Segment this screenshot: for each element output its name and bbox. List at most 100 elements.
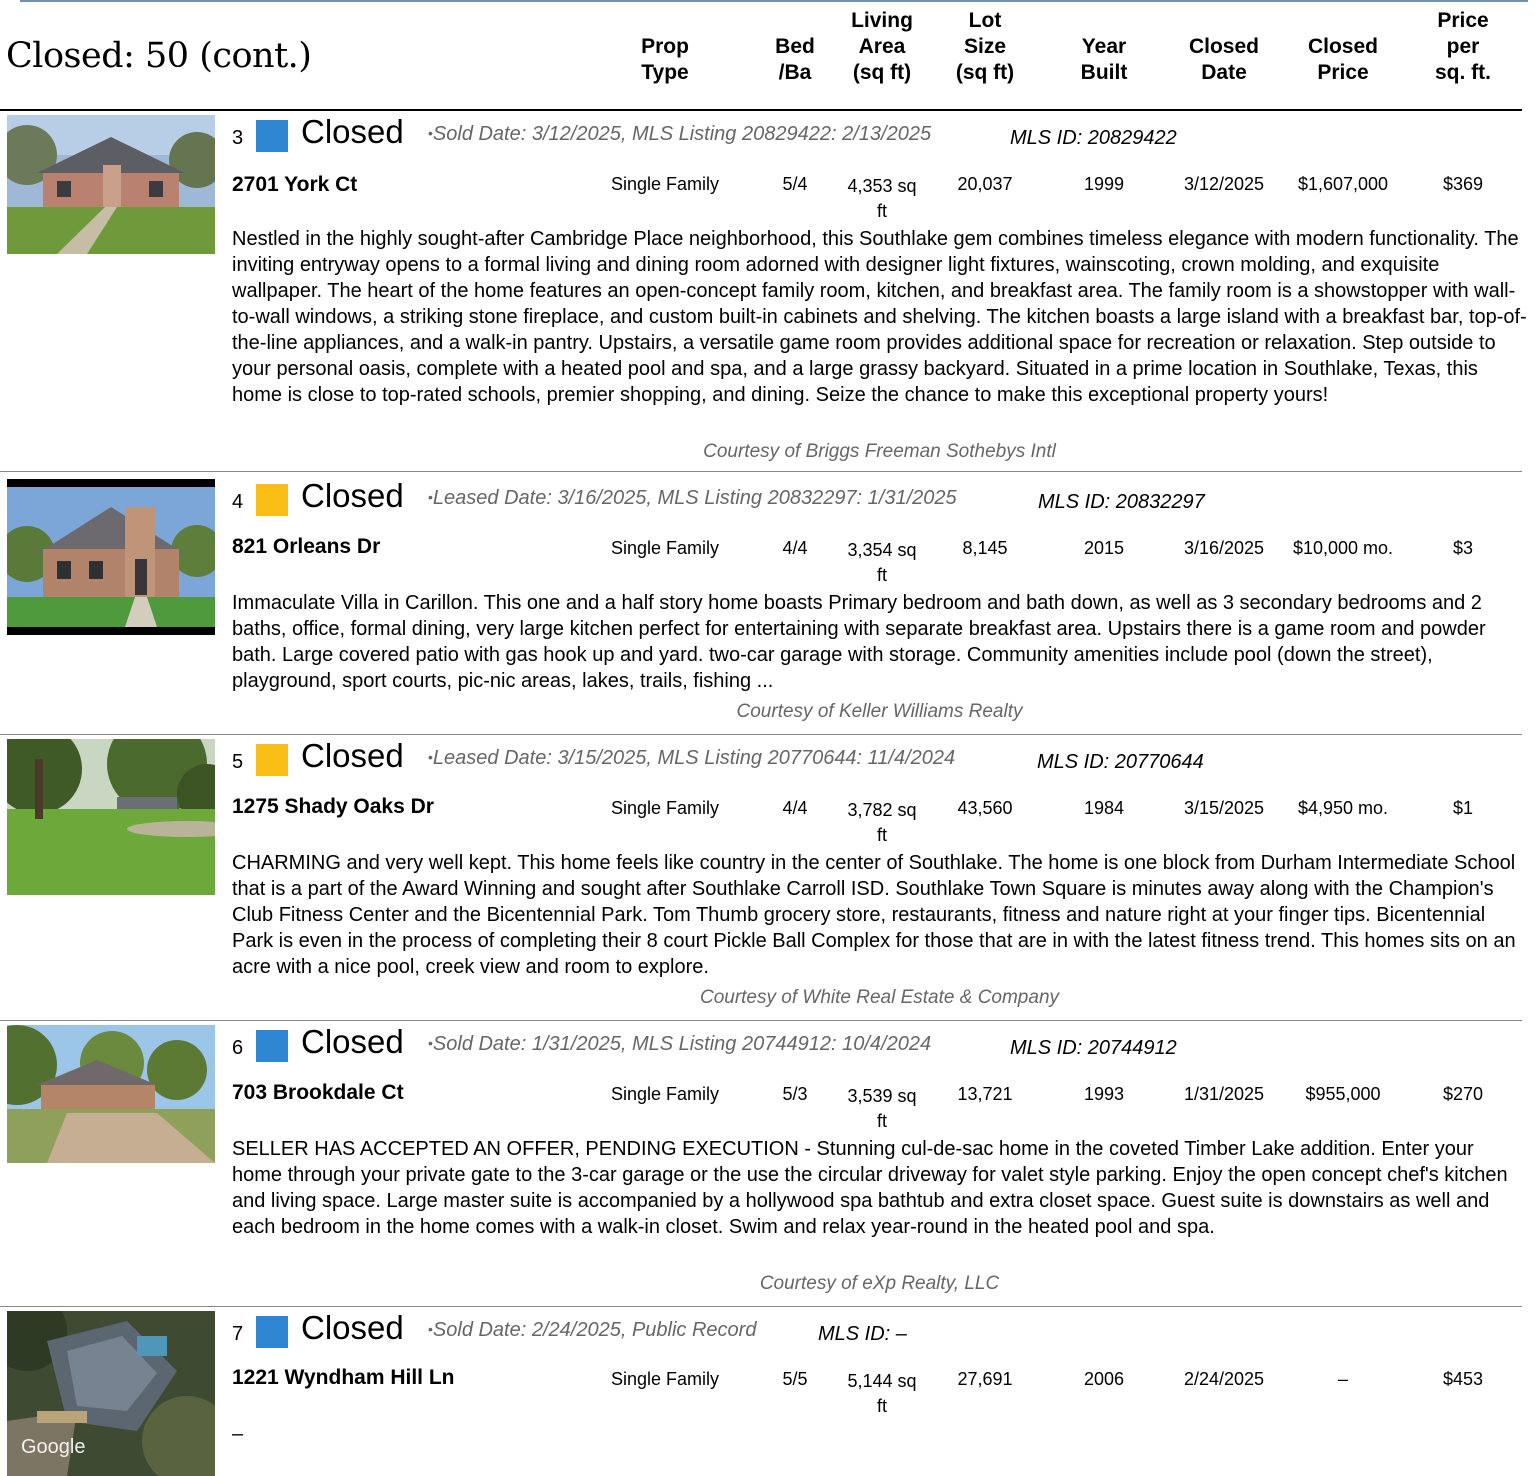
- listing-number: 6: [232, 1037, 244, 1059]
- listing-number: 5: [232, 751, 244, 773]
- living-area-value: 3,782 sq ft: [847, 800, 917, 845]
- listing-courtesy: Courtesy of White Real Estate & Company: [699, 987, 1060, 1008]
- year-built-value: 1999: [1083, 174, 1125, 194]
- mls-id: MLS ID: 20744912: [1010, 1037, 1177, 1059]
- col-price-per-sqft: Price per sq. ft.: [1435, 9, 1491, 84]
- listing-address[interactable]: 703 Brookdale Ct: [232, 1081, 404, 1105]
- closed-date-value: 3/12/2025: [1183, 174, 1265, 194]
- listing-dates: •Sold Date: 1/31/2025, MLS Listing 20744…: [428, 1033, 932, 1055]
- year-built-value: 1993: [1083, 1084, 1125, 1104]
- prop-type-value: Single Family: [610, 1084, 720, 1104]
- leased-status-swatch: [256, 484, 288, 516]
- property-photo[interactable]: [7, 739, 215, 895]
- closed-price-value: $1,607,000: [1297, 174, 1389, 194]
- listing-number: 3: [232, 127, 244, 149]
- listing-address[interactable]: 2701 York Ct: [232, 173, 357, 197]
- listing-number: 4: [232, 491, 244, 513]
- sold-status-swatch: [256, 1030, 288, 1062]
- prop-type-value: Single Family: [610, 538, 720, 558]
- col-living-area: Living Area (sq ft): [851, 9, 913, 84]
- listing-courtesy: Courtesy of eXp Realty, LLC: [759, 1273, 1000, 1294]
- bed-ba-value: 5/3: [782, 1084, 808, 1104]
- col-closed-price: Closed Price: [1307, 35, 1378, 84]
- listing-divider: [0, 471, 1522, 472]
- living-area-value: 4,353 sq ft: [847, 176, 917, 221]
- property-photo[interactable]: [7, 479, 215, 635]
- listing-description: Immaculate Villa in Carillon. This one a…: [232, 592, 1486, 692]
- lot-size-value: 20,037: [957, 174, 1013, 194]
- header-divider: [0, 109, 1522, 111]
- closed-price-value: $955,000: [1305, 1084, 1381, 1104]
- col-year-built: Year Built: [1080, 35, 1128, 84]
- listing-description: Nestled in the highly sought-after Cambr…: [232, 228, 1527, 406]
- listing-address[interactable]: 821 Orleans Dr: [232, 535, 380, 559]
- listing-divider: [0, 1306, 1522, 1307]
- listing-description: SELLER HAS ACCEPTED AN OFFER, PENDING EX…: [232, 1138, 1508, 1238]
- closed-price-value: $10,000 mo.: [1292, 538, 1394, 558]
- living-area-value: 5,144 sq ft: [847, 1371, 917, 1416]
- listing-dates: •Sold Date: 3/12/2025, MLS Listing 20829…: [428, 123, 932, 145]
- year-built-value: 1984: [1083, 798, 1125, 818]
- listing-address[interactable]: 1275 Shady Oaks Dr: [232, 795, 434, 819]
- col-lot-size: Lot Size (sq ft): [955, 9, 1015, 84]
- listing-divider: [0, 734, 1522, 735]
- lot-size-value: 13,721: [957, 1084, 1013, 1104]
- prop-type-value: Single Family: [610, 798, 720, 818]
- mls-id: MLS ID: 20770644: [1037, 751, 1204, 773]
- living-area-value: 3,354 sq ft: [847, 540, 917, 585]
- top-border: [20, 0, 1528, 2]
- bed-ba-value: 5/4: [782, 174, 808, 194]
- mls-id: MLS ID: 20832297: [1038, 491, 1205, 513]
- prop-type-value: Single Family: [610, 174, 720, 194]
- closed-date-value: 1/31/2025: [1183, 1084, 1265, 1104]
- listing-status: Closed: [301, 1309, 404, 1346]
- lot-size-value: 27,691: [957, 1369, 1013, 1389]
- bed-ba-value: 4/4: [782, 538, 808, 558]
- price-per-sqft-value: $1: [1452, 798, 1474, 818]
- prop-type-value: Single Family: [610, 1369, 720, 1389]
- col-prop-type: Prop Type: [641, 35, 689, 84]
- closed-date-value: 3/15/2025: [1183, 798, 1265, 818]
- bed-ba-value: 4/4: [782, 798, 808, 818]
- listing-number: 7: [232, 1323, 244, 1345]
- closed-price-value: –: [1337, 1369, 1348, 1389]
- bed-ba-value: 5/5: [782, 1369, 808, 1389]
- price-per-sqft-value: $369: [1442, 174, 1484, 194]
- closed-date-value: 3/16/2025: [1183, 538, 1265, 558]
- listing-dates: •Sold Date: 2/24/2025, Public Record: [428, 1319, 757, 1341]
- listing-description: CHARMING and very well kept. This home f…: [232, 852, 1516, 978]
- year-built-value: 2006: [1083, 1369, 1125, 1389]
- listing-courtesy: Courtesy of Keller Williams Realty: [736, 701, 1023, 722]
- mls-id: MLS ID: 20829422: [1010, 127, 1177, 149]
- listing-courtesy: Courtesy of Briggs Freeman Sothebys Intl: [703, 441, 1056, 462]
- col-bed-ba: Bed /Ba: [775, 35, 815, 84]
- price-per-sqft-value: $3: [1452, 538, 1474, 558]
- listing-description: –: [232, 1423, 244, 1445]
- col-closed-date: Closed Date: [1188, 35, 1259, 84]
- listing-divider: [0, 1020, 1522, 1021]
- listing-dates: •Leased Date: 3/16/2025, MLS Listing 208…: [428, 487, 957, 509]
- listing-status: Closed: [301, 477, 404, 514]
- closed-price-value: $4,950 mo.: [1297, 798, 1389, 818]
- closed-date-value: 2/24/2025: [1183, 1369, 1265, 1389]
- listing-status: Closed: [301, 1023, 404, 1060]
- sold-status-swatch: [256, 120, 288, 152]
- sold-status-swatch: [256, 1316, 288, 1348]
- property-photo[interactable]: [7, 1025, 215, 1163]
- price-per-sqft-value: $453: [1442, 1369, 1484, 1389]
- price-per-sqft-value: $270: [1442, 1084, 1484, 1104]
- listing-address[interactable]: 1221 Wyndham Hill Ln: [232, 1366, 455, 1390]
- year-built-value: 2015: [1083, 538, 1125, 558]
- google-watermark: Google: [21, 1436, 86, 1458]
- property-photo[interactable]: Google: [7, 1311, 215, 1476]
- listing-status: Closed: [301, 737, 404, 774]
- lot-size-value: 43,560: [957, 798, 1013, 818]
- mls-id: MLS ID: –: [818, 1323, 907, 1345]
- listing-dates: •Leased Date: 3/15/2025, MLS Listing 207…: [428, 747, 956, 769]
- section-title: Closed: 50 (cont.): [6, 36, 312, 76]
- property-photo[interactable]: [7, 115, 215, 254]
- leased-status-swatch: [256, 744, 288, 776]
- living-area-value: 3,539 sq ft: [847, 1086, 917, 1131]
- table-header: Closed: 50 (cont.) Prop Type Bed /Ba Liv…: [0, 0, 1535, 111]
- listing-status: Closed: [301, 113, 404, 150]
